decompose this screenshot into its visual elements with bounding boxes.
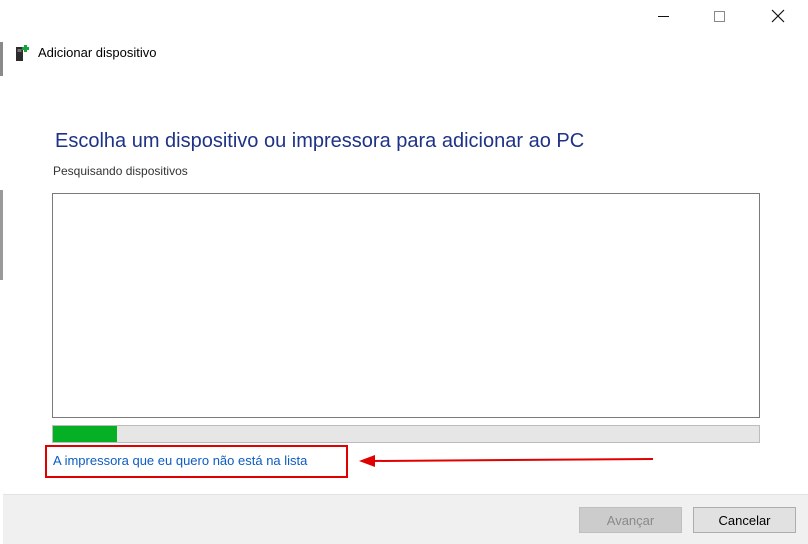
- close-button[interactable]: [755, 0, 801, 32]
- progress-fill: [53, 426, 117, 442]
- annotation-highlight-box: [45, 445, 348, 478]
- minimize-button[interactable]: [640, 0, 686, 32]
- minimize-icon: [657, 15, 669, 17]
- window-title: Adicionar dispositivo: [38, 45, 157, 60]
- maximize-icon: [713, 10, 725, 22]
- search-status-text: Pesquisando dispositivos: [53, 164, 188, 178]
- background-window-edge: [0, 42, 3, 76]
- next-button[interactable]: Avançar: [579, 507, 682, 533]
- search-progress-bar: [52, 425, 760, 443]
- device-list[interactable]: [52, 193, 760, 418]
- maximize-button[interactable]: [696, 0, 742, 32]
- page-heading: Escolha um dispositivo ou impressora par…: [55, 130, 585, 152]
- dialog-footer: [3, 494, 808, 544]
- close-icon: [771, 9, 785, 23]
- device-printer-add-icon: [16, 45, 29, 61]
- annotation-arrow-icon: [359, 455, 654, 467]
- background-window-edge: [0, 190, 3, 280]
- cancel-button[interactable]: Cancelar: [693, 507, 796, 533]
